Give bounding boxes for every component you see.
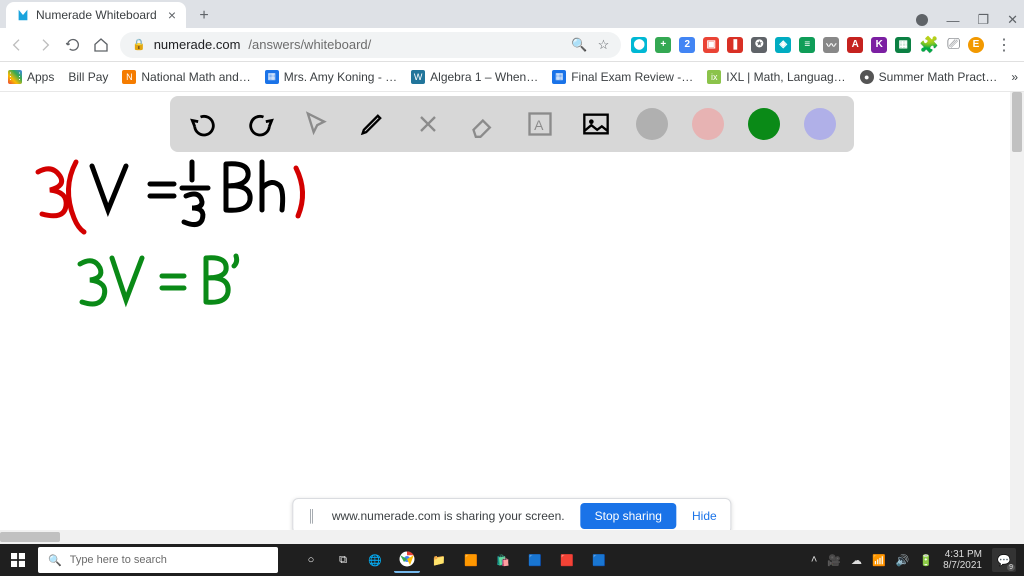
url-path: /answers/whiteboard/ (248, 37, 371, 52)
apps-shortcut[interactable]: ⋮⋮ Apps (8, 70, 54, 84)
reload-icon[interactable] (64, 36, 82, 54)
close-window-icon[interactable]: ✕ (1007, 12, 1018, 28)
numerade-favicon (16, 8, 30, 22)
vertical-scrollbar[interactable] (1010, 92, 1024, 544)
nav-forward-icon[interactable] (36, 36, 54, 54)
ext-icon-8[interactable]: ≡ (799, 37, 815, 53)
volume-icon[interactable]: 🔊 (896, 554, 910, 567)
bookmark-icon: N (122, 70, 136, 84)
bookmark-summermath[interactable]: ●Summer Math Pract… (860, 70, 998, 84)
windows-logo-icon (11, 553, 25, 567)
ext-icon-3[interactable]: 2 (679, 37, 695, 53)
bookmarks-overflow[interactable]: » (1011, 70, 1018, 84)
bookmarks-bar: ⋮⋮ Apps Bill Pay NNational Math and… ▦Mr… (0, 62, 1024, 92)
window-controls: — ❐ ✕ (916, 12, 1024, 28)
nav-back-icon[interactable] (8, 36, 26, 54)
tab-title: Numerade Whiteboard (36, 8, 157, 22)
apps-grid-icon: ⋮⋮ (8, 70, 22, 84)
taskbar-clock[interactable]: 4:31 PM 8/7/2021 (943, 549, 982, 571)
edge-legacy-icon[interactable]: 🌐 (362, 547, 388, 573)
ext-icon-9[interactable]: 〰 (823, 37, 839, 53)
bookmark-ixl[interactable]: ixIXL | Math, Languag… (707, 70, 845, 84)
search-placeholder: Type here to search (70, 554, 167, 566)
chrome-menu-icon[interactable]: ⋮ (992, 35, 1016, 55)
apps-label: Apps (27, 70, 54, 84)
clock-time: 4:31 PM (943, 549, 982, 560)
search-icon: 🔍 (48, 554, 62, 567)
ext-icon-7[interactable]: ◈ (775, 37, 791, 53)
tab-close-icon[interactable]: × (168, 7, 176, 23)
bookmark-icon: ▦ (552, 70, 566, 84)
app-icon-1[interactable]: 🟧 (458, 547, 484, 573)
account-dot-icon[interactable] (916, 14, 928, 26)
address-bar: 🔒 numerade.com/answers/whiteboard/ 🔍 ☆ ⬤… (0, 28, 1024, 62)
ext-icon-2[interactable]: + (655, 37, 671, 53)
taskbar-search[interactable]: 🔍 Type here to search (38, 547, 278, 573)
ixl-icon: ix (707, 70, 721, 84)
screen-share-bar: ║ www.numerade.com is sharing your scree… (292, 498, 731, 534)
url-domain: numerade.com (154, 37, 241, 52)
windows-taskbar: 🔍 Type here to search ○ ⧉ 🌐 📁 🟧 🛍️ 🟦 🟥 🟦… (0, 544, 1024, 576)
cast-icon[interactable]: ⎚ (947, 36, 960, 54)
browser-tab[interactable]: Numerade Whiteboard × (6, 2, 186, 28)
ext-icon-10[interactable]: A (847, 37, 863, 53)
ext-icon-5[interactable]: ❚ (727, 37, 743, 53)
maximize-icon[interactable]: ❐ (977, 12, 989, 28)
onedrive-icon[interactable]: ☁ (851, 554, 862, 567)
start-button[interactable] (0, 544, 36, 576)
notification-count: 9 (1007, 564, 1015, 571)
lock-icon: 🔒 (132, 38, 146, 51)
ext-icon-1[interactable]: ⬤ (631, 37, 647, 53)
wordpress-icon: W (411, 70, 425, 84)
stop-sharing-button[interactable]: Stop sharing (581, 503, 676, 529)
taskbar-apps: ○ ⧉ 🌐 📁 🟧 🛍️ 🟦 🟥 🟦 (298, 547, 612, 573)
share-grip-icon[interactable]: ║ (307, 509, 316, 523)
network-icon[interactable]: 📶 (872, 554, 886, 567)
bookmark-icon: ● (860, 70, 874, 84)
hide-share-bar[interactable]: Hide (692, 509, 717, 523)
ext-icon-4[interactable]: ▣ (703, 37, 719, 53)
chrome-icon[interactable] (394, 547, 420, 573)
window-titlebar: Numerade Whiteboard × + — ❐ ✕ (0, 0, 1024, 28)
bookmark-billpay[interactable]: Bill Pay (68, 70, 108, 84)
share-message: www.numerade.com is sharing your screen. (332, 509, 565, 523)
clock-date: 8/7/2021 (943, 560, 982, 571)
bookmark-finalexam[interactable]: ▦Final Exam Review -… (552, 70, 693, 84)
extensions-area: ⬤ + 2 ▣ ❚ ✪ ◈ ≡ 〰 A K ▦ 🧩 ⎚ E ⋮ (631, 35, 1016, 55)
new-tab-button[interactable]: + (192, 4, 216, 28)
profile-avatar[interactable]: E (968, 37, 984, 53)
cortana-icon[interactable]: ○ (298, 547, 324, 573)
bookmark-koning[interactable]: ▦Mrs. Amy Koning - … (265, 70, 397, 84)
ext-icon-12[interactable]: ▦ (895, 37, 911, 53)
ext-icon-6[interactable]: ✪ (751, 37, 767, 53)
home-icon[interactable] (92, 36, 110, 54)
bookmark-icon: ▦ (265, 70, 279, 84)
edge-icon[interactable]: 🟦 (522, 547, 548, 573)
taskview-icon[interactable]: ⧉ (330, 547, 356, 573)
minimize-icon[interactable]: — (946, 13, 959, 28)
url-input[interactable]: 🔒 numerade.com/answers/whiteboard/ 🔍 ☆ (120, 32, 621, 58)
tray-chevron-icon[interactable]: ˄ (811, 554, 817, 566)
meet-now-icon[interactable]: 🎥 (827, 554, 841, 567)
search-in-page-icon[interactable]: 🔍 (571, 37, 587, 53)
store-icon[interactable]: 🛍️ (490, 547, 516, 573)
battery-icon[interactable]: 🔋 (919, 554, 933, 567)
system-tray: ˄ 🎥 ☁ 📶 🔊 🔋 4:31 PM 8/7/2021 💬9 (811, 548, 1024, 572)
horizontal-scrollbar[interactable] (0, 530, 1010, 544)
star-bookmark-icon[interactable]: ☆ (598, 37, 610, 53)
app-icon-3[interactable]: 🟦 (586, 547, 612, 573)
whiteboard-canvas[interactable] (0, 92, 1010, 530)
file-explorer-icon[interactable]: 📁 (426, 547, 452, 573)
ext-icon-11[interactable]: K (871, 37, 887, 53)
bookmark-nationalmath[interactable]: NNational Math and… (122, 70, 250, 84)
whiteboard-page: A (0, 92, 1024, 544)
action-center-icon[interactable]: 💬9 (992, 548, 1016, 572)
app-icon-2[interactable]: 🟥 (554, 547, 580, 573)
extensions-puzzle-icon[interactable]: 🧩 (919, 35, 939, 55)
bookmark-algebra[interactable]: WAlgebra 1 – When… (411, 70, 538, 84)
